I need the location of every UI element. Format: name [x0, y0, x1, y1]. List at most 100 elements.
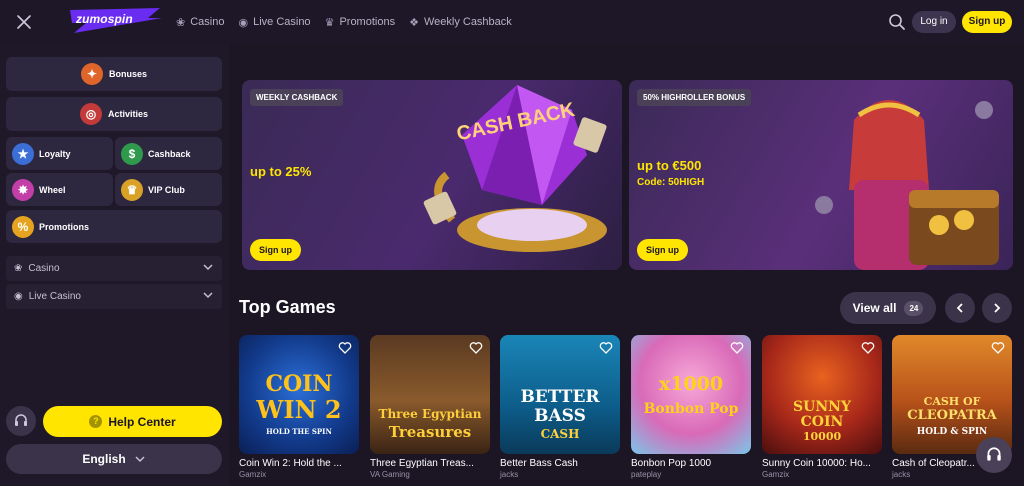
search-icon: [889, 14, 905, 30]
nav-live-casino[interactable]: ◉ Live Casino: [238, 16, 310, 29]
heart-icon[interactable]: [469, 341, 483, 355]
game-thumbnail[interactable]: COIN WIN 2 HOLD THE SPIN: [239, 335, 359, 454]
nav-casino-label: Casino: [190, 16, 225, 28]
nav-weekly-cashback-label: Weekly Cashback: [423, 16, 512, 28]
game-art-line: Bonbon Pop: [643, 401, 739, 417]
support-chat-button[interactable]: [6, 406, 36, 436]
percent-icon: %: [12, 215, 34, 238]
sidebar-item-label: Cashback: [148, 148, 191, 159]
game-art-line: SUNNY: [793, 399, 851, 415]
headset-icon: [15, 414, 27, 426]
heart-icon[interactable]: [730, 341, 744, 355]
sidebar-dropdown-casino[interactable]: ❀ Casino: [6, 256, 222, 281]
heart-icon[interactable]: [599, 341, 613, 355]
question-icon: ?: [89, 415, 103, 428]
sidebar-item-label: Loyalty: [39, 148, 71, 159]
promo-banner-weekly-cashback[interactable]: CASH BACK WEEKLY CASHBACK up to 25% Sign…: [242, 80, 622, 270]
language-selector[interactable]: English: [6, 444, 222, 474]
heart-icon[interactable]: [991, 341, 1005, 355]
banner-offer: up to €500: [637, 158, 702, 173]
promo-banner-highroller[interactable]: 50% HIGHROLLER BONUS up to €500 Code: 50…: [629, 80, 1013, 270]
banner-offer: up to 25%: [250, 164, 312, 179]
game-card[interactable]: COIN WIN 2 HOLD THE SPIN Coin Win 2: Hol…: [239, 335, 359, 479]
nav-weekly-cashback[interactable]: ❖ Weekly Cashback: [409, 16, 512, 29]
sidebar: ✦ Bonuses ◎ Activities ★ Loyalty $ Cashb…: [0, 44, 229, 486]
banner-signup-button[interactable]: Sign up: [250, 239, 301, 261]
search-button[interactable]: [888, 13, 906, 31]
money-icon: $: [121, 142, 143, 165]
login-button[interactable]: Log in: [912, 11, 956, 33]
game-art-line: HOLD & SPIN: [916, 427, 988, 437]
sidebar-item-label: Wheel: [39, 184, 66, 195]
crown-icon: ♛: [121, 178, 143, 201]
gift-icon: ❖: [409, 16, 419, 29]
banner-signup-button[interactable]: Sign up: [637, 239, 688, 261]
sidebar-dropdown-live-casino[interactable]: ◉ Live Casino: [6, 284, 222, 309]
game-art-line: Treasures: [388, 423, 472, 441]
sidebar-item-bonuses[interactable]: ✦ Bonuses: [6, 57, 222, 91]
nav-casino[interactable]: ❀ Casino: [176, 16, 224, 29]
cherry-icon: ❀: [176, 16, 186, 29]
sidebar-item-promotions[interactable]: % Promotions: [6, 210, 222, 243]
chevron-left-icon: [956, 303, 963, 313]
game-thumbnail[interactable]: SUNNY COIN 10000: [762, 335, 882, 454]
game-art-line: x1000: [658, 373, 724, 395]
crown-icon: ♛: [324, 16, 335, 29]
banner-code: Code: 50HIGH: [637, 177, 705, 188]
sidebar-item-vip[interactable]: ♛ VIP Club: [115, 173, 222, 206]
sidebar-item-loyalty[interactable]: ★ Loyalty: [6, 137, 113, 170]
gift-box-icon: ✦: [80, 63, 103, 85]
genie-woman-illustration: [815, 100, 999, 270]
game-art-line: CASH OF: [923, 395, 981, 408]
game-art-line: COIN: [800, 414, 844, 430]
game-provider: Gamzix: [762, 470, 790, 479]
game-card[interactable]: BETTER BASS CASH Better Bass Cash jacks: [500, 335, 620, 479]
view-all-label: View all: [852, 301, 897, 315]
close-menu-button[interactable]: [14, 12, 34, 32]
cashback-diamond-illustration: CASH BACK: [423, 85, 607, 252]
game-art-line: Three Egyptian: [378, 407, 482, 421]
banner-tag: WEEKLY CASHBACK: [250, 89, 344, 106]
game-art-line: CLEOPATRA: [907, 408, 997, 423]
game-art-line: BASS: [534, 406, 586, 426]
chevron-down-icon: [203, 264, 213, 271]
game-thumbnail[interactable]: x1000 Bonbon Pop: [631, 335, 751, 454]
banner-tag: 50% HIGHROLLER BONUS: [637, 89, 752, 106]
game-provider: Gamzix: [239, 470, 267, 479]
game-name: Three Egyptian Treas...: [370, 458, 474, 469]
game-art-line: WIN 2: [256, 395, 342, 424]
chevron-right-icon: [994, 303, 1001, 313]
help-center-button[interactable]: ? Help Center: [43, 406, 222, 437]
chevron-down-icon: [203, 292, 213, 299]
game-card[interactable]: SUNNY COIN 10000 Sunny Coin 10000: Ho...…: [762, 335, 882, 479]
floating-support-button[interactable]: [976, 437, 1012, 473]
game-name: Sunny Coin 10000: Ho...: [762, 458, 871, 469]
game-provider: VA Gaming: [370, 470, 410, 479]
heart-icon[interactable]: [338, 341, 352, 355]
nav-promotions[interactable]: ♛ Promotions: [325, 16, 396, 29]
top-games-title: Top Games: [239, 297, 336, 317]
view-all-button[interactable]: View all 24: [840, 292, 936, 324]
heart-icon[interactable]: [861, 341, 875, 355]
sidebar-item-activities[interactable]: ◎ Activities: [6, 97, 222, 131]
close-icon: [17, 15, 31, 29]
sidebar-item-cashback[interactable]: $ Cashback: [115, 137, 222, 170]
carousel-prev-button[interactable]: [945, 293, 975, 323]
shield-icon: ★: [12, 142, 34, 165]
game-art-line: 10000: [802, 430, 842, 443]
help-center-label: Help Center: [108, 414, 176, 429]
game-name: Bonbon Pop 1000: [631, 458, 712, 469]
game-thumbnail[interactable]: Three Egyptian Treasures: [370, 335, 490, 454]
game-card[interactable]: x1000 Bonbon Pop Bonbon Pop 1000 patepla…: [631, 335, 751, 479]
wheel-icon: ✸: [12, 178, 34, 201]
signup-button[interactable]: Sign up: [962, 11, 1012, 33]
brand-logo[interactable]: zumospin: [68, 6, 164, 34]
language-label: English: [82, 452, 126, 466]
main-nav: ❀ Casino ◉ Live Casino ♛ Promotions ❖ We…: [176, 0, 512, 44]
game-thumbnail[interactable]: BETTER BASS CASH: [500, 335, 620, 454]
carousel-next-button[interactable]: [982, 293, 1012, 323]
sidebar-item-label: Bonuses: [108, 69, 147, 79]
game-card[interactable]: Three Egyptian Treasures Three Egyptian …: [370, 335, 490, 479]
game-provider: jacks: [500, 470, 519, 479]
sidebar-item-wheel[interactable]: ✸ Wheel: [6, 173, 113, 206]
